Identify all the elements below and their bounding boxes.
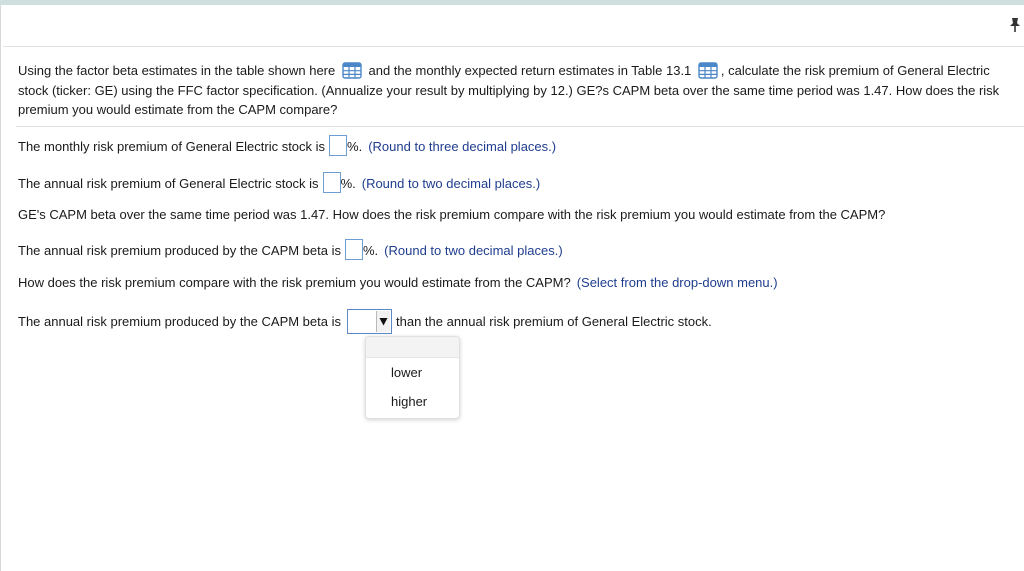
question-text-part-2: and the monthly expected return estimate… xyxy=(368,63,692,78)
monthly-premium-hint: (Round to three decimal places.) xyxy=(368,139,557,154)
compare-suffix: than the annual risk premium of General … xyxy=(396,314,712,329)
capm-premium-label: The annual risk premium produced by the … xyxy=(18,243,341,258)
capm-note: GE's CAPM beta over the same time period… xyxy=(18,207,886,222)
annual-premium-hint: (Round to two decimal places.) xyxy=(361,176,541,191)
monthly-premium-label: The monthly risk premium of General Elec… xyxy=(18,139,326,154)
annual-premium-label: The annual risk premium of General Elect… xyxy=(18,176,319,191)
question-divider xyxy=(16,126,1024,127)
capm-premium-unit: %. xyxy=(363,243,379,258)
compare-question-row: How does the risk premium compare with t… xyxy=(18,273,778,293)
compare-hint: (Select from the drop-down menu.) xyxy=(576,275,778,290)
compare-row: The annual risk premium produced by the … xyxy=(18,309,712,334)
compare-select[interactable] xyxy=(347,309,392,334)
compare-label: The annual risk premium produced by the … xyxy=(18,314,341,329)
dropdown-option-lower[interactable]: lower xyxy=(391,365,422,380)
capm-premium-input[interactable] xyxy=(345,239,363,260)
dropdown-blank-option[interactable] xyxy=(366,337,459,358)
annual-premium-row: The annual risk premium of General Elect… xyxy=(18,172,540,194)
table-grid-icon[interactable] xyxy=(342,62,362,79)
left-border xyxy=(0,5,1,571)
annual-premium-unit: %. xyxy=(340,176,356,191)
compare-question: How does the risk premium compare with t… xyxy=(18,275,571,290)
table-grid-icon[interactable] xyxy=(698,62,718,79)
header-divider xyxy=(3,46,1024,47)
monthly-premium-row: The monthly risk premium of General Elec… xyxy=(18,135,556,157)
capm-premium-row: The annual risk premium produced by the … xyxy=(18,239,563,261)
triangle-down-icon xyxy=(379,318,388,326)
compare-dropdown-menu: lower higher xyxy=(365,336,460,419)
annual-premium-input[interactable] xyxy=(322,172,341,193)
monthly-premium-unit: %. xyxy=(347,139,363,154)
dropdown-arrow-button[interactable] xyxy=(376,311,390,332)
question-text: Using the factor beta estimates in the t… xyxy=(18,61,1023,120)
capm-premium-hint: (Round to two decimal places.) xyxy=(384,243,563,258)
question-text-part-1: Using the factor beta estimates in the t… xyxy=(18,63,336,78)
pin-icon[interactable] xyxy=(1008,17,1022,33)
dropdown-option-higher[interactable]: higher xyxy=(391,394,427,409)
monthly-premium-input[interactable] xyxy=(329,135,348,156)
top-accent-bar xyxy=(0,0,1024,5)
